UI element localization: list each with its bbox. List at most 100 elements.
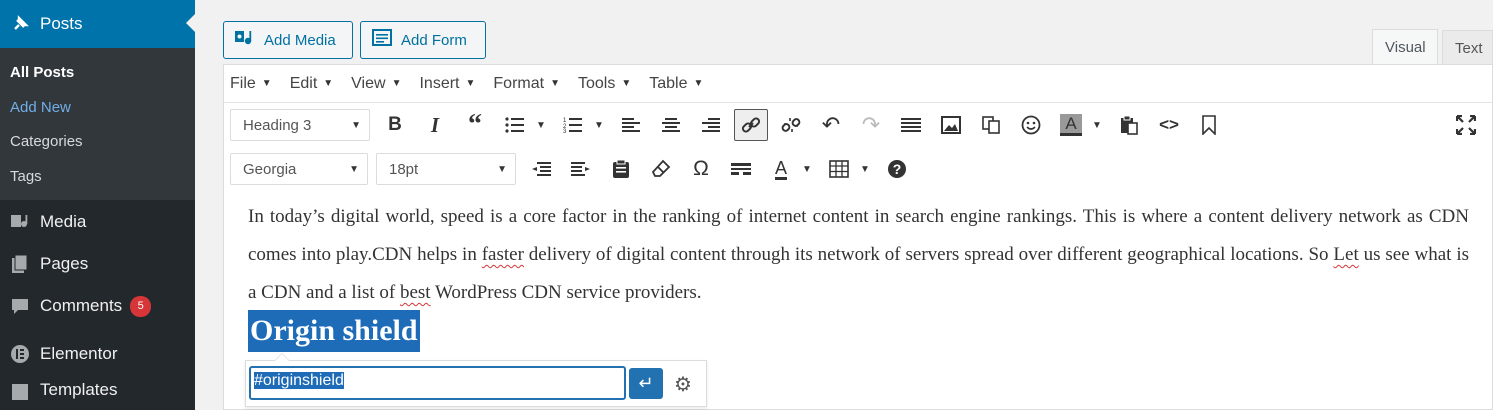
paragraph-text: WordPress CDN service providers. (430, 282, 702, 303)
numbered-list-button[interactable]: 123 (556, 109, 590, 141)
menu-item-comments[interactable]: Comments 5 (0, 286, 195, 326)
text-color-icon: A (774, 157, 787, 180)
background-color-button[interactable]: A (1054, 109, 1088, 141)
undo-button[interactable]: ↶ (814, 109, 848, 141)
format-select[interactable]: Heading 3 ▼ (230, 109, 370, 141)
paste-text-icon (1121, 115, 1138, 135)
indent-button[interactable] (564, 153, 598, 185)
insert-image-button[interactable] (934, 109, 968, 141)
align-right-icon (702, 118, 720, 132)
add-form-button[interactable]: Add Form (360, 21, 486, 59)
italic-button[interactable]: I (418, 109, 452, 141)
menu-insert[interactable]: Insert ▼ (419, 75, 475, 93)
comments-count-badge: 5 (130, 295, 152, 317)
form-icon (371, 28, 393, 52)
fullscreen-button[interactable] (1449, 109, 1483, 141)
bookmark-icon (1202, 115, 1216, 135)
menu-view[interactable]: View ▼ (351, 75, 401, 93)
paste-text-button[interactable] (1112, 109, 1146, 141)
emoji-icon (1021, 115, 1041, 135)
misspelled-word: faster (481, 244, 524, 265)
selected-heading[interactable]: Origin shield (248, 310, 420, 352)
help-button[interactable]: ? (880, 153, 914, 185)
link-url-input[interactable]: #originshield (249, 366, 626, 400)
blockquote-button[interactable]: “ (458, 109, 492, 141)
tab-visual[interactable]: Visual (1372, 29, 1438, 65)
background-color-dropdown[interactable]: ▼ (1088, 109, 1106, 141)
redo-icon: ↷ (861, 112, 881, 137)
add-form-label: Add Form (401, 31, 467, 49)
bookmark-button[interactable] (1192, 109, 1226, 141)
menu-file[interactable]: File ▼ (230, 75, 272, 93)
remove-link-button[interactable] (774, 109, 808, 141)
menu-table[interactable]: Table ▼ (649, 75, 703, 93)
link-apply-button[interactable]: ↵ (629, 368, 663, 399)
align-right-button[interactable] (694, 109, 728, 141)
link-options-button[interactable]: ⚙ (669, 370, 697, 398)
menu-item-label: Pages (40, 254, 89, 273)
menu-tools[interactable]: Tools ▼ (578, 75, 631, 93)
font-family-select[interactable]: Georgia ▼ (230, 153, 368, 185)
misspelled-word: Let (1333, 244, 1359, 265)
special-character-button[interactable]: Ω (684, 153, 718, 185)
pin-icon (8, 12, 32, 36)
submenu-add-new[interactable]: Add New (0, 91, 195, 126)
menu-item-media[interactable]: Media (0, 202, 195, 242)
gear-icon: ⚙ (674, 373, 692, 396)
text-color-dropdown[interactable]: ▼ (798, 153, 816, 185)
table-button[interactable] (822, 153, 856, 185)
admin-sidebar: Posts All Posts Add New Categories Tags … (0, 0, 195, 410)
numbered-list-icon: 123 (563, 118, 582, 133)
menu-item-posts[interactable]: Posts (0, 0, 195, 48)
font-size-select[interactable]: 18pt ▼ (376, 153, 516, 185)
chevron-down-icon: ▼ (594, 119, 604, 131)
chevron-down-icon: ▼ (349, 163, 359, 175)
submenu-categories[interactable]: Categories (0, 125, 195, 160)
clear-formatting-button[interactable] (644, 153, 678, 185)
toolbar-toggle-button[interactable] (894, 109, 928, 141)
tab-text[interactable]: Text (1442, 30, 1493, 65)
menu-edit[interactable]: Edit ▼ (290, 75, 333, 93)
text-color-button[interactable]: A (764, 153, 798, 185)
submenu-all-posts[interactable]: All Posts (0, 56, 195, 91)
bullet-list-dropdown[interactable]: ▼ (532, 109, 550, 141)
svg-text:?: ? (893, 161, 902, 177)
redo-button[interactable]: ↷ (854, 109, 888, 141)
italic-icon: I (430, 112, 440, 137)
align-left-icon (622, 118, 640, 132)
chevron-down-icon: ▼ (391, 78, 402, 89)
code-button[interactable]: <> (1152, 109, 1186, 141)
font-size-value: 18pt (389, 160, 419, 178)
bold-button[interactable]: B (378, 109, 412, 141)
add-media-button[interactable]: Add Media (223, 21, 353, 59)
align-center-button[interactable] (654, 109, 688, 141)
menu-item-templates[interactable]: Templates (0, 374, 195, 400)
numbered-list-dropdown[interactable]: ▼ (590, 109, 608, 141)
templates-icon (8, 380, 32, 404)
clipboard-icon (613, 159, 629, 178)
chevron-down-icon: ▼ (550, 78, 560, 89)
chevron-down-icon: ▼ (802, 163, 812, 175)
horizontal-line-button[interactable] (724, 153, 758, 185)
menu-item-pages[interactable]: Pages (0, 242, 195, 286)
emoji-button[interactable] (1014, 109, 1048, 141)
indent-icon (571, 162, 590, 176)
editor-content[interactable]: In today’s digital world, speed is a cor… (223, 198, 1493, 407)
bullet-list-button[interactable] (498, 109, 532, 141)
format-select-value: Heading 3 (243, 116, 312, 134)
menu-item-elementor[interactable]: Elementor (0, 334, 195, 374)
chevron-down-icon: ▼ (497, 163, 507, 175)
image-icon (941, 116, 961, 134)
outdent-button[interactable] (524, 153, 558, 185)
menu-separator (0, 326, 195, 334)
menu-format[interactable]: Format ▼ (493, 75, 560, 93)
table-dropdown[interactable]: ▼ (856, 153, 874, 185)
pages-icon (8, 252, 32, 276)
align-left-button[interactable] (614, 109, 648, 141)
menu-edit-label: Edit (289, 74, 318, 92)
clipboard-button[interactable] (604, 153, 638, 185)
copy-button[interactable] (974, 109, 1008, 141)
insert-link-button[interactable] (734, 109, 768, 141)
chevron-down-icon: ▼ (860, 163, 870, 175)
submenu-tags[interactable]: Tags (0, 160, 195, 195)
